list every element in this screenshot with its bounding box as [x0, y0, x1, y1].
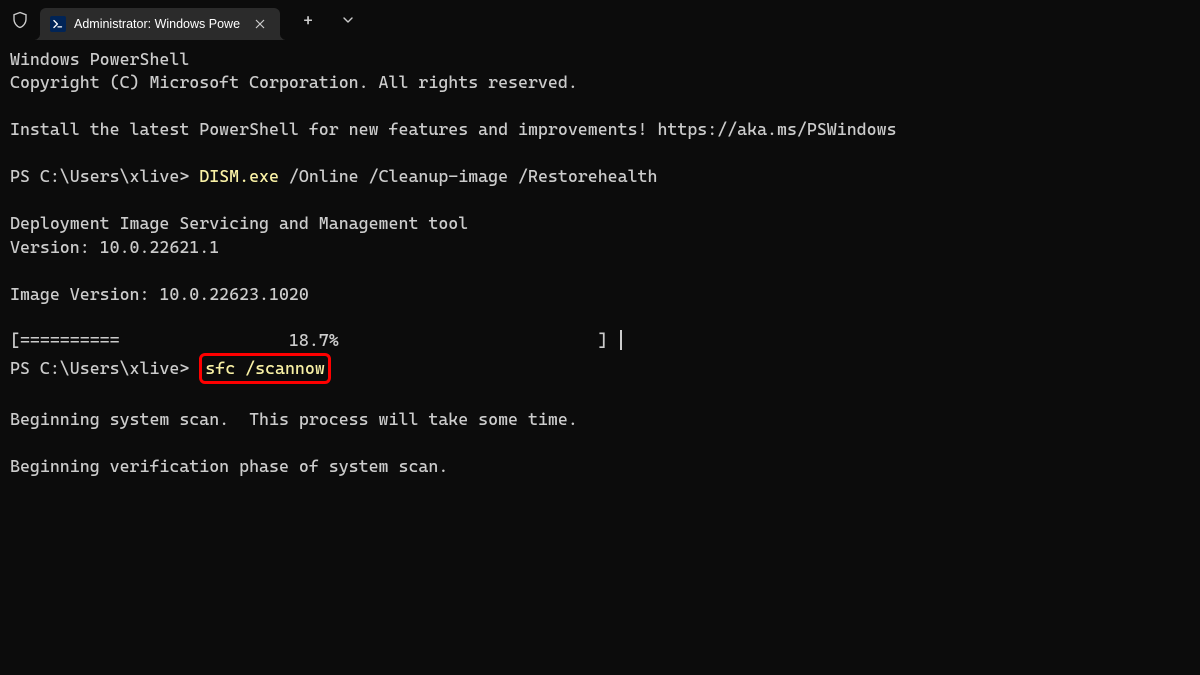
command-args: /Online /Cleanup-image /Restorehealth [279, 166, 658, 186]
tab-dropdown-button[interactable] [328, 0, 368, 40]
terminal-output[interactable]: Windows PowerShellCopyright (C) Microsof… [0, 40, 1200, 486]
chevron-down-icon [342, 14, 354, 26]
highlighted-command: sfc /scannow [199, 353, 331, 384]
active-tab[interactable]: Administrator: Windows Powe [40, 8, 280, 40]
terminal-line [10, 189, 1190, 212]
terminal-line: Image Version: 10.0.22623.1020 [10, 283, 1190, 306]
terminal-prompt-line: PS C:\Users\xlive> sfc /scannow [10, 353, 1190, 384]
terminal-line: Install the latest PowerShell for new fe… [10, 118, 1190, 141]
terminal-prompt-line: PS C:\Users\xlive> DISM.exe /Online /Cle… [10, 165, 1190, 188]
plus-icon: + [303, 11, 312, 30]
tab-title: Administrator: Windows Powe [74, 17, 242, 31]
terminal-line: Copyright (C) Microsoft Corporation. All… [10, 71, 1190, 94]
titlebar: Administrator: Windows Powe + [0, 0, 1200, 40]
terminal-line [10, 384, 1190, 407]
terminal-line [10, 431, 1190, 454]
cursor [620, 330, 622, 350]
terminal-line: Deployment Image Servicing and Managemen… [10, 212, 1190, 235]
new-tab-button[interactable]: + [288, 0, 328, 40]
tab-close-button[interactable] [250, 14, 270, 34]
terminal-line [10, 95, 1190, 118]
terminal-line: Beginning verification phase of system s… [10, 455, 1190, 478]
terminal-line: Windows PowerShell [10, 48, 1190, 71]
terminal-line [10, 306, 1190, 329]
command-text: sfc /scannow [205, 358, 325, 378]
progress-line: [========== 18.7% ] [10, 329, 1190, 352]
powershell-icon [50, 16, 66, 32]
terminal-line [10, 259, 1190, 282]
terminal-line: Version: 10.0.22621.1 [10, 236, 1190, 259]
terminal-line: Beginning system scan. This process will… [10, 408, 1190, 431]
terminal-line [10, 142, 1190, 165]
prompt-text: PS C:\Users\xlive> [10, 358, 199, 378]
prompt-text: PS C:\Users\xlive> [10, 166, 199, 186]
command-text: DISM.exe [199, 166, 279, 186]
